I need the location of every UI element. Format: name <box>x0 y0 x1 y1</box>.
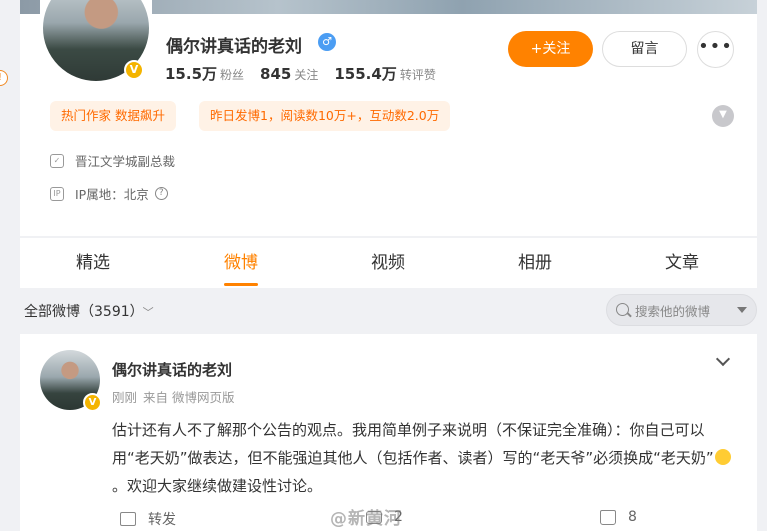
company-text: 晋江文学城副总裁 <box>75 154 176 169</box>
shield-icon: ✓ <box>50 153 64 168</box>
chevron-down-icon: ﹀ <box>142 306 154 319</box>
sweat-emoji-icon <box>714 449 731 465</box>
search-his-weibo[interactable] <box>606 294 757 326</box>
weibo-post: V 偶尔讲真话的老刘 刚刚 来自 微博网页版 估计还有人不了解那个公告的观点。我用… <box>20 334 757 531</box>
stat-following[interactable]: 845 关注 <box>260 64 318 83</box>
thumbs-up-icon <box>600 509 616 525</box>
like-count: 8 <box>628 509 637 525</box>
tab-articles[interactable]: 文章 <box>665 238 699 288</box>
post-author-name[interactable]: 偶尔讲真话的老刘 <box>112 359 232 380</box>
stat-interactions-label: 转评赞 <box>399 68 436 82</box>
company-row: ✓ 晋江文学城副总裁 <box>50 151 175 170</box>
repost-label: 转发 <box>148 512 176 528</box>
active-tab-indicator <box>224 283 258 286</box>
search-input[interactable] <box>635 301 727 321</box>
like-button[interactable]: 8 <box>600 509 637 525</box>
stat-fans[interactable]: 15.5万 粉丝 <box>165 63 244 84</box>
profile-tabs: 精选 微博 视频 相册 文章 <box>20 238 757 288</box>
post-time[interactable]: 刚刚 <box>112 390 137 405</box>
watermark: @新黄河 <box>330 509 402 529</box>
stat-following-label: 关注 <box>294 68 319 82</box>
follow-button[interactable]: +关注 <box>508 31 593 67</box>
search-icon <box>616 303 629 316</box>
post-body: 估计还有人不了解那个公告的观点。我用简单例子来说明（不保证完全准确）：你自己可以… <box>112 416 740 500</box>
all-weibo-filter[interactable]: 全部微博（3591） ﹀ <box>24 301 154 321</box>
dropdown-arrow-icon[interactable] <box>737 307 747 313</box>
expand-chevron-icon[interactable]: ▼ <box>712 105 734 127</box>
stat-interactions-value: 155.4万 <box>334 65 397 83</box>
tab-video[interactable]: 视频 <box>371 238 405 288</box>
ip-row: IP IP属地：北京 ? <box>50 184 168 203</box>
profile-stats: 15.5万 粉丝 845 关注 155.4万 转评赞 <box>165 63 436 84</box>
post-source: 来自 微博网页版 <box>143 390 235 405</box>
help-icon[interactable]: ? <box>154 187 168 200</box>
post-meta: 刚刚 来自 微博网页版 <box>112 387 241 406</box>
post-text-part2: 。欢迎大家继续做建设性讨论。 <box>112 477 323 495</box>
more-options-button[interactable]: ••• <box>697 31 734 68</box>
stat-fans-value: 15.5万 <box>165 65 218 83</box>
stat-interactions: 155.4万 转评赞 <box>334 63 435 84</box>
profile-card: V 偶尔讲真话的老刘 ♂ 15.5万 粉丝 845 关注 155.4万 转评赞 +关注… <box>20 0 757 236</box>
repost-button[interactable]: 转发 <box>120 509 176 529</box>
share-icon <box>120 512 136 526</box>
stat-fans-label: 粉丝 <box>220 68 245 82</box>
message-button[interactable]: 留言 <box>602 31 687 67</box>
hot-writer-tag[interactable]: 热门作家 数据飙升 <box>50 101 176 131</box>
daily-stats-tag[interactable]: 昨日发博1，阅读数10万+，互动数2.0万 <box>199 101 451 131</box>
ip-icon: IP <box>50 186 64 201</box>
side-info-icon[interactable]: ! <box>0 70 8 86</box>
stat-following-value: 845 <box>260 65 292 83</box>
ip-location-text: IP属地：北京 <box>75 187 149 202</box>
tab-featured[interactable]: 精选 <box>76 238 110 288</box>
verified-badge-icon: V <box>124 60 144 80</box>
profile-name: 偶尔讲真话的老刘 <box>166 37 302 57</box>
post-menu-chevron-icon[interactable] <box>716 354 730 368</box>
post-text-part1: 估计还有人不了解那个公告的观点。我用简单例子来说明（不保证完全准确）：你自己可以… <box>112 421 714 467</box>
tab-weibo[interactable]: 微博 <box>224 238 258 288</box>
verified-badge-icon: V <box>83 393 102 412</box>
male-icon: ♂ <box>318 33 336 51</box>
filter-label-text: 全部微博（3591） <box>24 304 137 320</box>
tab-album[interactable]: 相册 <box>518 238 552 288</box>
